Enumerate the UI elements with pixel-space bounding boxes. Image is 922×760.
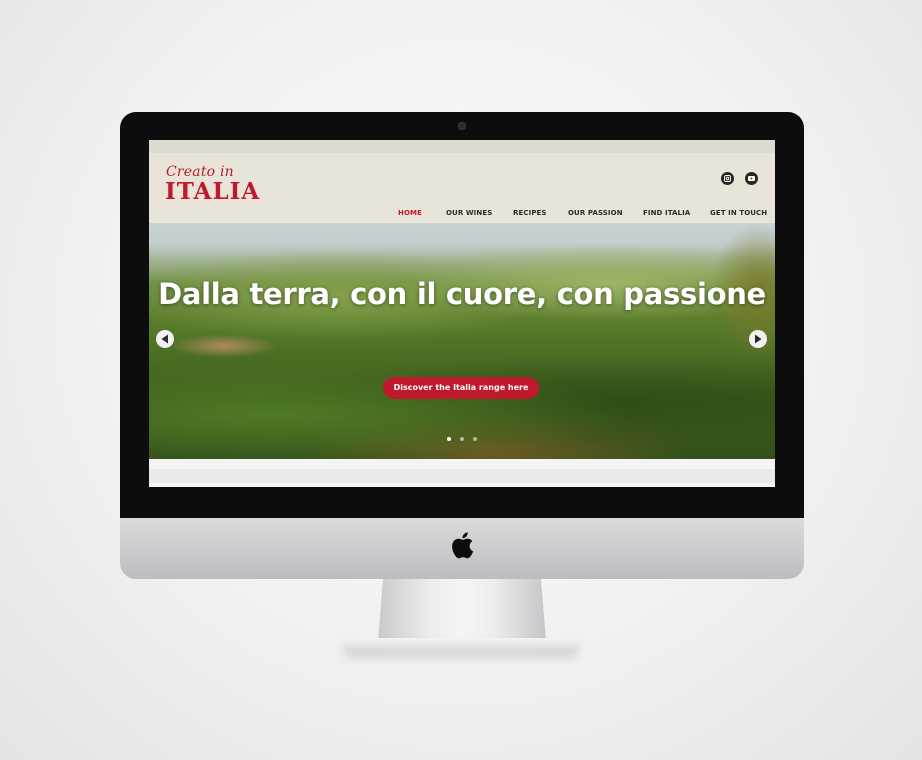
browser-top-strip xyxy=(149,140,775,153)
arrow-right-icon xyxy=(755,334,762,344)
webcam-icon xyxy=(458,122,466,130)
hero-vineyard xyxy=(149,343,775,459)
slider-next-button[interactable] xyxy=(749,330,767,348)
hero-slider: Dalla terra, con il cuore, con passione … xyxy=(149,223,775,459)
nav-recipes[interactable]: RECIPES xyxy=(513,209,547,217)
youtube-icon[interactable] xyxy=(745,172,758,185)
website-screen: Creato in ITALIA HOME OUR WINES RECIPES … xyxy=(149,140,775,487)
slider-dot[interactable] xyxy=(460,437,464,441)
arrow-left-icon xyxy=(161,334,168,344)
slider-dot[interactable] xyxy=(473,437,477,441)
nav-get-in-touch[interactable]: GET IN TOUCH xyxy=(710,209,767,217)
logo-wordmark[interactable]: ITALIA xyxy=(165,178,260,205)
nav-our-wines[interactable]: OUR WINES xyxy=(446,209,492,217)
nav-our-passion[interactable]: OUR PASSION xyxy=(568,209,623,217)
instagram-icon[interactable] xyxy=(721,172,734,185)
content-strip xyxy=(149,469,775,483)
below-hero-section xyxy=(149,459,775,487)
monitor-stand-neck xyxy=(378,579,546,641)
hero-headline: Dalla terra, con il cuore, con passione xyxy=(158,277,766,311)
slider-dot[interactable] xyxy=(447,437,451,441)
monitor-stand-base xyxy=(344,638,578,652)
apple-logo-icon xyxy=(452,532,474,559)
site-header: Creato in ITALIA HOME OUR WINES RECIPES … xyxy=(149,153,775,223)
discover-range-button[interactable]: Discover the Italia range here xyxy=(383,377,539,399)
slider-prev-button[interactable] xyxy=(156,330,174,348)
nav-home[interactable]: HOME xyxy=(398,209,422,217)
nav-find-italia[interactable]: FIND ITALIA xyxy=(643,209,690,217)
monitor-chin xyxy=(120,518,804,579)
